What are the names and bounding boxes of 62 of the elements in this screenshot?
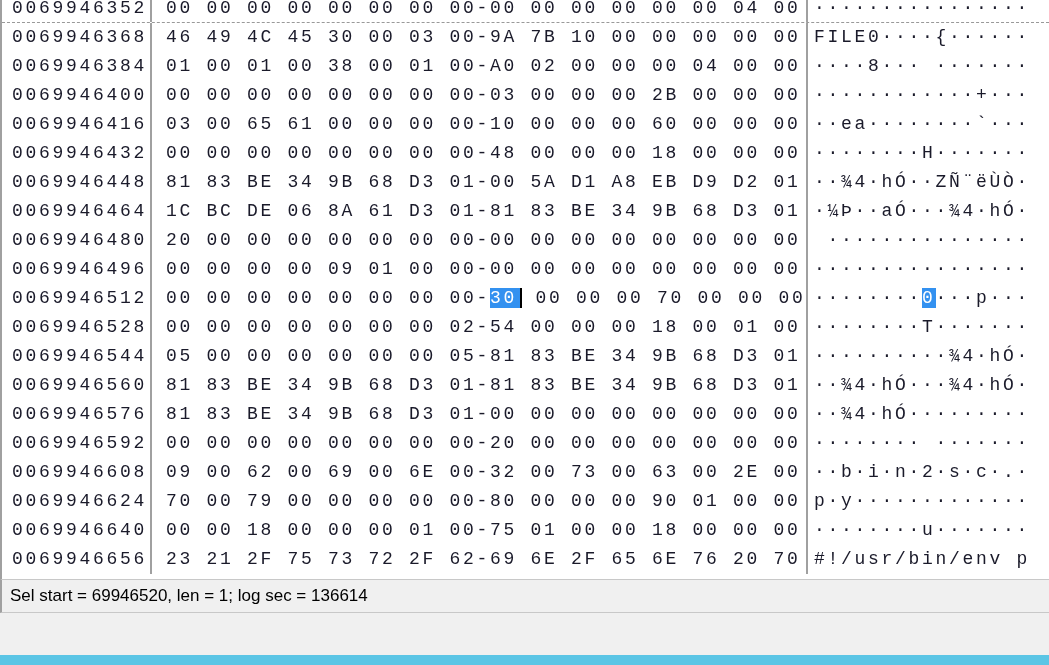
- ascii-text: ················: [814, 258, 1031, 281]
- offset-label: 0069946464: [12, 200, 148, 223]
- hex-bytes: 00 00 18 00 00 00 01 00-75 01 00 00 18 00 00 00: [166, 519, 801, 542]
- ascii-text: ········T·······: [814, 316, 1031, 339]
- hex-view[interactable]: [0, 0, 1049, 579]
- hex-bytes: 20 00 00 00 00 00 00 00-00 00 00 00 00 00 00 00: [166, 229, 801, 252]
- hex-bytes: 00 00 00 00 00 00 00 02-54 00 00 00 18 00 01 00: [166, 316, 801, 339]
- hex-bytes: 23 21 2F 75 73 72 2F 62-69 6E 2F 65 6E 76 20 70: [166, 548, 801, 571]
- hex-bytes: 1C BC DE 06 8A 61 D3 01-81 83 BE 34 9B 68 D3 01: [166, 200, 801, 223]
- offset-label: 0069946624: [12, 490, 148, 513]
- ascii-text: ·¼Þ··aÓ···¾4·hÓ·: [814, 199, 1031, 223]
- offset-label: 0069946384: [12, 55, 148, 78]
- hex-bytes: 00 00 00 00 00 00 00 00-30 00 00 00 70 00 00 00: [166, 287, 806, 310]
- ascii-text: ··········¾4·hÓ·: [814, 344, 1031, 368]
- offset-label: 0069946528: [12, 316, 148, 339]
- ascii-text: #!/usr/bin/env p: [814, 548, 1031, 571]
- offset-label: 0069946352: [12, 0, 148, 20]
- ascii-text: ········H·······: [814, 142, 1031, 165]
- hex-bytes: 70 00 79 00 00 00 00 00-80 00 00 00 90 01 00 00: [166, 490, 801, 513]
- ascii-text: ············+···: [814, 84, 1031, 107]
- hex-bytes: 81 83 BE 34 9B 68 D3 01-00 5A D1 A8 EB D9 D2 01: [166, 171, 801, 194]
- offset-label: 0069946480: [12, 229, 148, 252]
- hex-bytes: 09 00 62 00 69 00 6E 00-32 00 73 00 63 00 2E 00: [166, 461, 801, 484]
- hex-bytes: 05 00 00 00 00 00 00 05-81 83 BE 34 9B 68 D3 01: [166, 345, 801, 368]
- offset-label: 0069946560: [12, 374, 148, 397]
- ascii-text: p·y·············: [814, 490, 1031, 513]
- ascii-text: ··¾4·hÓ··ZÑ¨ëÙÒ·: [814, 170, 1031, 194]
- ascii-text: ···············: [826, 229, 1031, 252]
- ascii-text: ··ea········`···: [814, 113, 1031, 136]
- hex-bytes: 03 00 65 61 00 00 00 00-10 00 00 00 60 00 00 00: [166, 113, 801, 136]
- hex-bytes: 01 00 01 00 38 00 01 00-A0 02 00 00 00 04 00 00: [166, 55, 801, 78]
- hex-bytes: 00 00 00 00 00 00 00 00-48 00 00 00 18 00 00 00: [166, 142, 801, 165]
- offset-label: 0069946656: [12, 548, 148, 571]
- hex-bytes: 81 83 BE 34 9B 68 D3 01-81 83 BE 34 9B 68 D3 01: [166, 374, 801, 397]
- hex-bytes: 00 00 00 00 00 00 00 00-20 00 00 00 00 00 00 00: [166, 432, 801, 455]
- hex-bytes: 00 00 00 00 00 00 00 00-03 00 00 00 2B 00 00 00: [166, 84, 801, 107]
- offset-label: 0069946496: [12, 258, 148, 281]
- offset-label: 0069946448: [12, 171, 148, 194]
- hex-bytes: 00 00 00 00 00 00 00 00-00 00 00 00 00 00 04 00: [166, 0, 801, 20]
- offset-label: 0069946400: [12, 84, 148, 107]
- offset-label: 0069946368: [12, 26, 148, 49]
- hex-bytes: 81 83 BE 34 9B 68 D3 01-00 00 00 00 00 00 00 00: [166, 403, 801, 426]
- offset-label: 0069946592: [12, 432, 148, 455]
- ascii-text: ··b·i·n·2·s·c·.·: [814, 461, 1031, 484]
- offset-label: 0069946432: [12, 142, 148, 165]
- offset-label: 0069946416: [12, 113, 148, 136]
- ascii-text: ··¾4·hÓ···¾4·hÓ·: [814, 373, 1031, 397]
- hex-bytes: 00 00 00 00 09 01 00 00-00 00 00 00 00 00 00 00: [166, 258, 801, 281]
- ascii-text: ········0···p···: [814, 287, 1031, 310]
- ascii-text: ····8··· ·······: [814, 55, 1031, 78]
- ascii-text: ········u·······: [814, 519, 1031, 542]
- ascii-text: ··¾4·hÓ·········: [814, 402, 1031, 426]
- ascii-text: ········ ·······: [814, 432, 1031, 455]
- offset-label: 0069946608: [12, 461, 148, 484]
- hex-bytes: 46 49 4C 45 30 00 03 00-9A 7B 10 00 00 00 00 00: [166, 26, 801, 49]
- offset-label: 0069946544: [12, 345, 148, 368]
- offset-label: 0069946512: [12, 287, 148, 310]
- ascii-text: FILE0····{······: [814, 26, 1031, 49]
- offset-label: 0069946576: [12, 403, 148, 426]
- offset-label: 0069946640: [12, 519, 148, 542]
- ascii-text: ················: [814, 0, 1031, 20]
- status-text: Sel start = 69946520, len = 1; log sec = 136614: [10, 585, 368, 608]
